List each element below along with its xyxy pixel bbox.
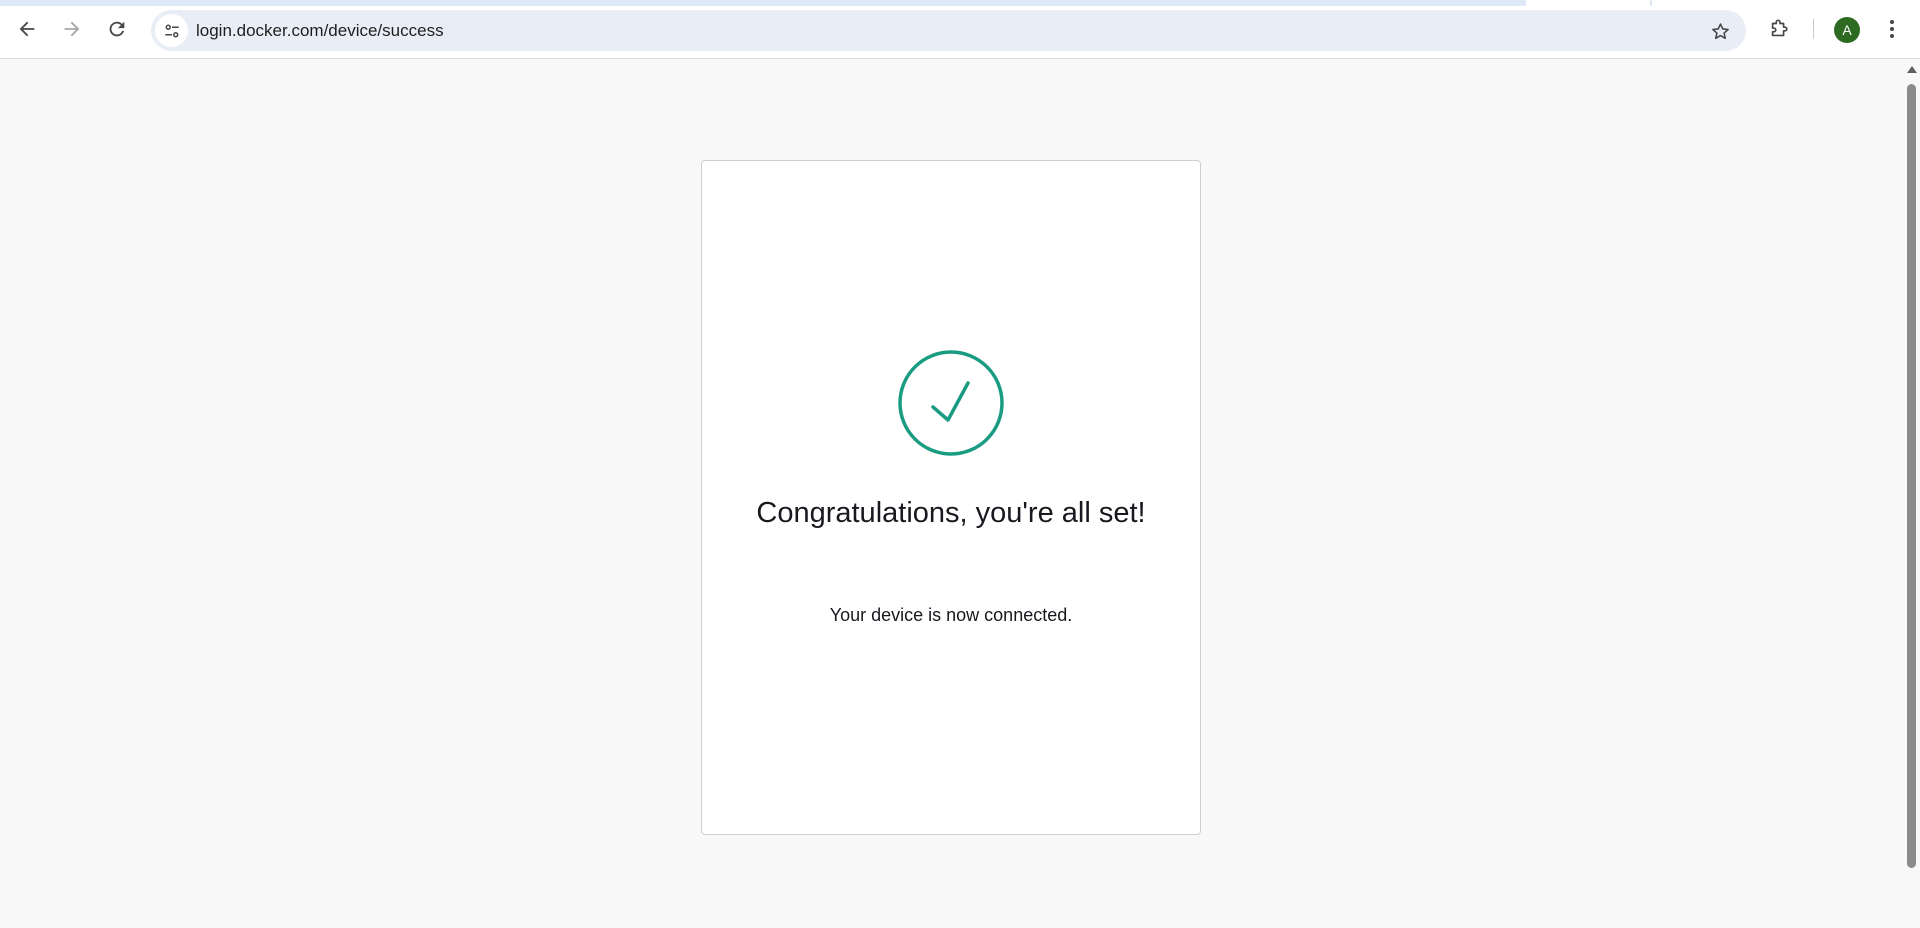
address-bar[interactable]: login.docker.com/device/success (151, 10, 1746, 51)
page-scrollbar[interactable] (1903, 60, 1920, 928)
puzzle-icon (1771, 19, 1788, 37)
scroll-up-arrow[interactable] (1907, 66, 1917, 73)
star-icon (1711, 22, 1729, 39)
site-info-button[interactable] (155, 14, 188, 47)
extensions-button[interactable] (1765, 15, 1793, 43)
back-button[interactable] (10, 12, 44, 46)
reload-button[interactable] (100, 12, 134, 46)
browser-menu-button[interactable] (1880, 15, 1904, 43)
tab-strip (0, 0, 1920, 6)
page-title: Congratulations, you're all set! (756, 497, 1146, 529)
scroll-thumb[interactable] (1907, 84, 1916, 868)
tab-strip-gap (1526, 0, 1650, 6)
forward-button[interactable] (55, 12, 89, 46)
profile-avatar[interactable]: A (1834, 17, 1860, 43)
forward-arrow-icon (64, 21, 80, 37)
reload-icon (109, 21, 125, 37)
tab-strip-gap (1652, 0, 1920, 6)
tune-icon (164, 24, 179, 37)
back-arrow-icon (19, 21, 35, 37)
connection-status-text: Your device is now connected. (829, 605, 1073, 625)
url-text[interactable]: login.docker.com/device/success (196, 21, 444, 41)
check-circle-icon (898, 350, 1004, 456)
toolbar-divider (1813, 19, 1814, 39)
browser-toolbar: login.docker.com/device/success A (0, 0, 1920, 59)
kebab-menu-icon (1890, 20, 1894, 38)
success-card: Congratulations, you're all set! Your de… (701, 160, 1201, 835)
bookmark-button[interactable] (1708, 19, 1732, 43)
